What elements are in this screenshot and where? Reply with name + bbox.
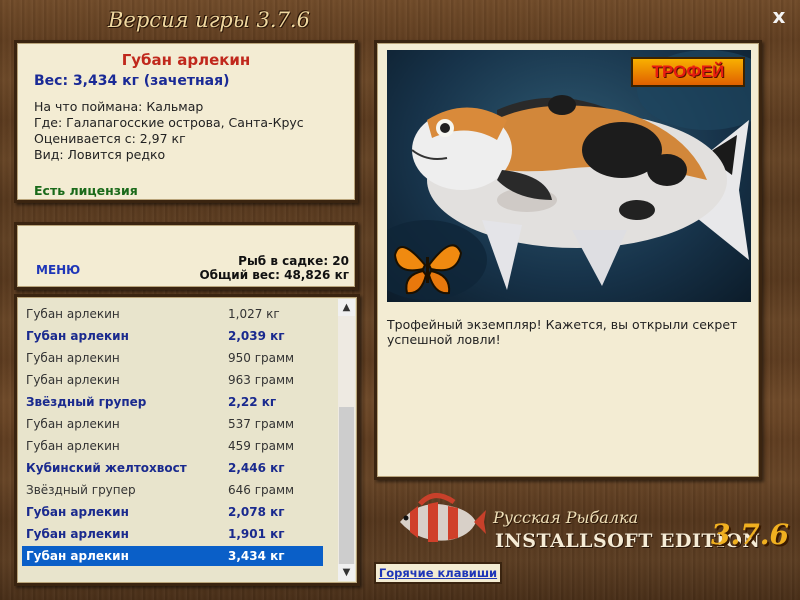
fish-weight: Вес: 3,434 кг (зачетная) <box>34 73 230 89</box>
list-item-weight: 2,446 кг <box>228 461 285 475</box>
list-item[interactable]: Губан арлекин 2,078 кг <box>22 502 323 522</box>
menu-panel: МЕНЮ Рыб в садке: 20 Общий вес: 48,826 к… <box>14 222 358 290</box>
list-item-weight: 2,039 кг <box>228 329 285 343</box>
close-icon[interactable]: x <box>770 6 788 26</box>
list-item-name: Губан арлекин <box>26 373 120 387</box>
scroll-down-icon[interactable]: ▼ <box>338 564 355 581</box>
list-item-name: Кубинский желтохвост <box>26 461 187 475</box>
catch-info-panel: Губан арлекин Вес: 3,434 кг (зачетная) Н… <box>14 40 358 203</box>
list-item-weight: 950 грамм <box>228 351 295 365</box>
trophy-badge: ТРОФЕЙ <box>631 57 745 87</box>
fish-in-cage-count: Рыб в садке: 20 <box>238 254 349 268</box>
list-item-weight: 2,22 кг <box>228 395 277 409</box>
list-item-weight: 3,434 кг <box>228 549 285 563</box>
list-item[interactable]: Губан арлекин 537 грамм <box>22 414 323 434</box>
brand-version: 3.7.6 <box>711 518 789 551</box>
list-item-weight: 1,901 кг <box>228 527 285 541</box>
total-weight: Общий вес: 48,826 кг <box>199 268 349 282</box>
photo-caption: Трофейный экземпляр! Кажется, вы открыли… <box>387 317 738 347</box>
game-window: Версия игры 3.7.6 x Губан арлекин Вес: 3… <box>0 0 800 600</box>
list-item[interactable]: Губан арлекин 950 грамм <box>22 348 323 368</box>
list-item-name: Губан арлекин <box>26 549 129 563</box>
fish-photo: ТРОФЕЙ <box>387 50 751 302</box>
list-item-weight: 537 грамм <box>228 417 295 431</box>
list-item[interactable]: Губан арлекин 2,039 кг <box>22 326 323 346</box>
list-item-weight: 646 грамм <box>228 483 295 497</box>
list-item-name: Губан арлекин <box>26 307 120 321</box>
list-item-name: Губан арлекин <box>26 329 129 343</box>
list-item-weight: 459 грамм <box>228 439 295 453</box>
window-title: Версия игры 3.7.6 <box>108 8 310 32</box>
list-item[interactable]: Кубинский желтохвост 2,446 кг <box>22 458 323 478</box>
hotkeys-button[interactable]: Горячие клавиши <box>374 562 502 584</box>
menu-button[interactable]: МЕНЮ <box>36 263 80 277</box>
list-item-name: Губан арлекин <box>26 527 129 541</box>
list-item-weight: 2,078 кг <box>228 505 285 519</box>
list-item-name: Звёздный групер <box>26 483 136 497</box>
fish-photo-panel: ТРОФЕЙ Трофейный экземпляр! Кажется, вы … <box>374 40 762 480</box>
list-item-weight: 963 грамм <box>228 373 295 387</box>
list-item-name: Губан арлекин <box>26 417 120 431</box>
list-item-name: Губан арлекин <box>26 505 129 519</box>
list-item[interactable]: Звёздный групер 646 грамм <box>22 480 323 500</box>
logo-fish-icon <box>400 493 486 542</box>
list-scrollbar[interactable]: ▲ ▼ <box>338 299 355 581</box>
scroll-up-icon[interactable]: ▲ <box>338 299 355 316</box>
list-item[interactable]: Губан арлекин 963 грамм <box>22 370 323 390</box>
fish-illustration <box>387 50 751 300</box>
list-item[interactable]: Звёздный групер 2,22 кг <box>22 392 323 412</box>
list-item-weight: 1,027 кг <box>228 307 280 321</box>
list-item-name: Губан арлекин <box>26 439 120 453</box>
fish-name: Губан арлекин <box>121 51 251 69</box>
list-item-selected[interactable]: Губан арлекин 3,434 кг <box>22 546 323 566</box>
scroll-thumb[interactable] <box>339 407 354 569</box>
list-item[interactable]: Губан арлекин 1,901 кг <box>22 524 323 544</box>
species-info: Вид: Ловится редко <box>34 147 166 162</box>
list-item-name: Звёздный групер <box>26 395 147 409</box>
bait-info: На что поймана: Кальмар <box>34 99 204 114</box>
brand-subtitle: Русская Рыбалка <box>493 508 639 527</box>
list-item[interactable]: Губан арлекин 459 грамм <box>22 436 323 456</box>
list-item[interactable]: Губан арлекин 1,027 кг <box>22 304 323 324</box>
list-item-name: Губан арлекин <box>26 351 120 365</box>
location-info: Где: Галапагосские острова, Санта-Крус <box>34 115 304 130</box>
valuation-info: Оценивается с: 2,97 кг <box>34 131 186 146</box>
license-status: Есть лицензия <box>34 183 138 198</box>
catch-list[interactable]: Губан арлекин 1,027 кг Губан арлекин 2,0… <box>14 294 360 586</box>
